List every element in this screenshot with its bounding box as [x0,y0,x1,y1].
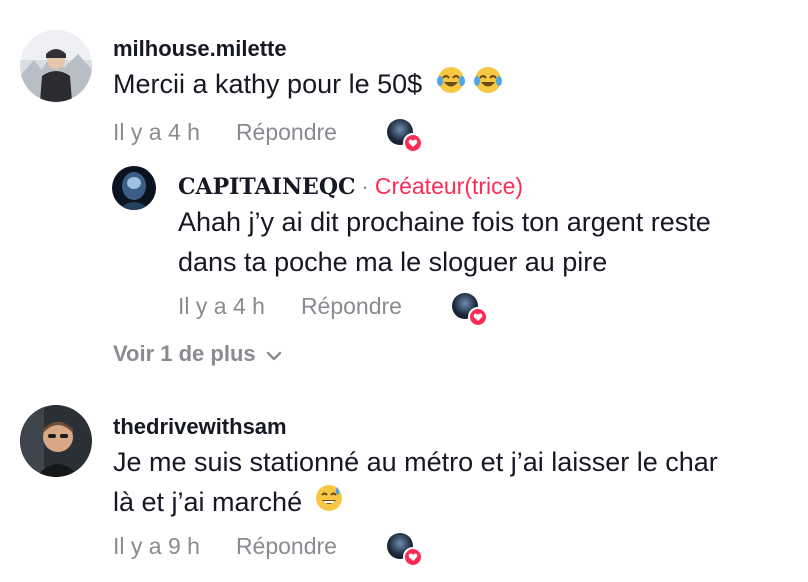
comment-text: Mercii a kathy pour le 50$ [113,64,503,106]
heart-icon [468,307,488,327]
comment-username[interactable]: milhouse.milette [113,36,287,62]
comment-text-line: Je me suis stationné au métro et j’ai la… [113,447,718,477]
avatar[interactable] [20,405,92,477]
creator-photo [112,166,156,210]
comment-text-content: Mercii a kathy pour le 50$ [113,69,423,99]
comment-meta: Il y a 9 h Répondre [113,533,337,560]
heart-icon [403,547,423,567]
view-more-replies-button[interactable]: Voir 1 de plus [113,341,282,367]
separator-dot: · [361,174,369,199]
heart-icon [403,133,423,153]
creator-liked-indicator [387,533,423,567]
reply-button[interactable]: Répondre [236,119,337,146]
avatar[interactable] [20,30,92,102]
user-photo [20,30,92,102]
comment-item: thedrivewithsam Je me suis stationné au … [0,395,808,582]
reply-button[interactable]: Répondre [236,533,337,560]
comment-text-line: là et j’ai marché [113,487,303,517]
comment-text-line-wrap: là et j’ai marché [113,482,718,524]
comment-username[interactable]: CAPITAINEQC · Créateur(trice) [178,173,523,200]
comment-text-line: Ahah j’y ai dit prochaine fois ton argen… [178,207,711,237]
avatar[interactable] [112,166,156,210]
laughing-tears-emoji [436,65,466,106]
creator-liked-indicator [452,293,488,327]
creator-liked-indicator [387,119,423,153]
comment-text: Je me suis stationné au métro et j’ai la… [113,442,718,524]
comment-item: milhouse.milette Mercii a kathy pour le … [0,0,808,160]
comment-reply-item: CAPITAINEQC · Créateur(trice) Ahah j’y ai … [0,160,808,330]
reply-button[interactable]: Répondre [301,293,402,320]
comment-meta: Il y a 4 h Répondre [113,119,337,146]
comment-meta: Il y a 4 h Répondre [178,293,402,320]
view-more-label: Voir 1 de plus [113,341,256,366]
comment-timestamp: Il y a 4 h [178,293,265,319]
comment-text: Ahah j’y ai dit prochaine fois ton argen… [178,202,711,282]
laughing-tears-emoji [473,65,503,106]
comment-timestamp: Il y a 4 h [113,119,200,145]
grinning-sweat-emoji [314,483,344,524]
chevron-down-icon [266,341,282,367]
comment-text-line: dans ta poche ma le sloguer au pire [178,247,608,277]
creator-username[interactable]: CAPITAINEQC [178,174,356,200]
creator-badge: Créateur(trice) [374,173,524,199]
comment-timestamp: Il y a 9 h [113,533,200,559]
user-photo [20,405,92,477]
comment-username[interactable]: thedrivewithsam [113,414,287,440]
